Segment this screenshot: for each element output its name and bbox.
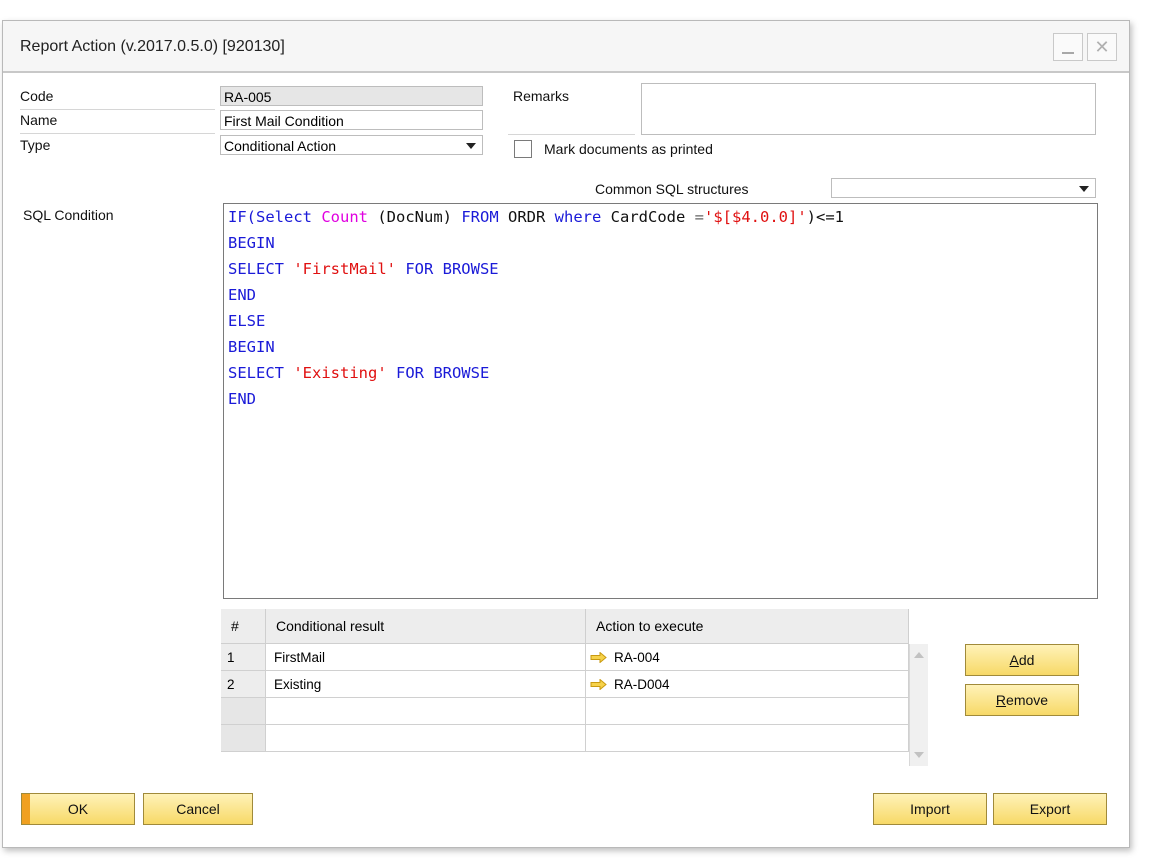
- chevron-down-icon: [1079, 186, 1089, 192]
- report-action-window: Report Action (v.2017.0.5.0) [920130] ✕ …: [2, 20, 1130, 848]
- code-token: FROM: [461, 208, 499, 226]
- chevron-down-icon: [466, 143, 476, 149]
- minimize-button[interactable]: [1053, 33, 1083, 61]
- grid-header-number[interactable]: #: [221, 609, 266, 644]
- code-token: FOR BROWSE: [395, 260, 499, 278]
- export-button[interactable]: Export: [993, 793, 1107, 825]
- mark-printed-label: Mark documents as printed: [544, 141, 713, 157]
- code-token: where: [554, 208, 602, 226]
- row-number[interactable]: 1: [221, 644, 266, 671]
- mark-printed-checkbox[interactable]: [514, 140, 532, 158]
- divider: [20, 109, 215, 110]
- link-arrow-icon[interactable]: [590, 679, 607, 690]
- code-token: Select: [256, 208, 312, 226]
- table-cell-action[interactable]: RA-D004: [586, 671, 909, 698]
- code-token: =: [694, 208, 705, 226]
- code-token: SELECT: [228, 260, 294, 278]
- code-token: FOR BROWSE: [386, 364, 490, 382]
- grid-header-result[interactable]: Conditional result: [266, 609, 586, 644]
- link-arrow-icon[interactable]: [590, 652, 607, 663]
- code-line: BEGIN: [228, 338, 275, 356]
- code-line: IF(Select Count (DocNum) FROM ORDR where…: [228, 204, 844, 230]
- code-token: Count: [321, 208, 369, 226]
- code-token: SELECT: [228, 364, 294, 382]
- name-label: Name: [20, 112, 58, 128]
- type-label: Type: [20, 137, 51, 153]
- code-token: ORDR: [498, 208, 555, 226]
- code-token: (DocNum): [368, 208, 462, 226]
- code-label: Code: [20, 88, 54, 104]
- grid-header-action[interactable]: Action to execute: [586, 609, 909, 644]
- table-cell-action[interactable]: RA-004: [586, 644, 909, 671]
- add-button-mnemonic: A: [1009, 652, 1019, 668]
- conditions-grid: # Conditional result Action to execute 1…: [221, 609, 911, 762]
- type-dropdown-value: Conditional Action: [224, 138, 337, 154]
- table-cell-action[interactable]: [586, 725, 909, 752]
- title-bar: Report Action (v.2017.0.5.0) [920130] ✕: [3, 21, 1129, 73]
- ok-button-label: OK: [67, 801, 89, 817]
- table-cell-result[interactable]: [266, 698, 586, 725]
- divider: [508, 134, 635, 135]
- action-code: RA-004: [614, 650, 660, 665]
- add-button[interactable]: Add: [965, 644, 1079, 676]
- remove-button[interactable]: Remove: [965, 684, 1079, 716]
- divider: [20, 133, 215, 134]
- type-dropdown[interactable]: Conditional Action: [220, 135, 483, 155]
- import-button[interactable]: Import: [873, 793, 987, 825]
- cancel-button[interactable]: Cancel: [143, 793, 253, 825]
- common-sql-label: Common SQL structures: [595, 181, 749, 197]
- code-line: SELECT 'FirstMail' FOR BROWSE: [228, 256, 499, 282]
- remove-button-mnemonic: R: [995, 692, 1007, 708]
- table-cell-result[interactable]: Existing: [266, 671, 586, 698]
- scroll-down-icon[interactable]: [914, 752, 924, 758]
- row-number[interactable]: [221, 725, 266, 752]
- code-line: SELECT 'Existing' FOR BROWSE: [228, 360, 489, 386]
- table-cell-action[interactable]: [586, 698, 909, 725]
- window-title: Report Action (v.2017.0.5.0) [920130]: [20, 38, 285, 55]
- code-line: ELSE: [228, 312, 266, 330]
- code-token: CardCode: [601, 208, 695, 226]
- sql-condition-editor[interactable]: IF(Select Count (DocNum) FROM ORDR where…: [223, 203, 1098, 599]
- remarks-label: Remarks: [513, 88, 570, 104]
- row-number[interactable]: 2: [221, 671, 266, 698]
- code-token: IF(: [228, 208, 256, 226]
- ok-button[interactable]: OK: [21, 793, 135, 825]
- add-button-label: dd: [1018, 652, 1035, 668]
- code-token: 'Existing': [293, 364, 387, 382]
- code-field[interactable]: RA-005: [220, 86, 483, 106]
- code-line: END: [228, 286, 256, 304]
- table-cell-result[interactable]: [266, 725, 586, 752]
- row-number[interactable]: [221, 698, 266, 725]
- code-token: 'FirstMail': [293, 260, 396, 278]
- code-line: END: [228, 390, 256, 408]
- remarks-field[interactable]: [641, 83, 1096, 135]
- remove-button-label: emove: [1006, 692, 1049, 708]
- sql-condition-label: SQL Condition: [23, 207, 114, 223]
- code-token: )<=1: [806, 208, 844, 226]
- default-accent: [22, 794, 30, 824]
- code-token: '$[$4.0.0]': [704, 208, 807, 226]
- name-field[interactable]: First Mail Condition: [220, 110, 483, 130]
- scroll-up-icon[interactable]: [914, 652, 924, 658]
- grid-scrollbar[interactable]: [909, 644, 928, 766]
- close-button[interactable]: ✕: [1087, 33, 1117, 61]
- table-cell-result[interactable]: FirstMail: [266, 644, 586, 671]
- action-code: RA-D004: [614, 677, 670, 692]
- code-line: BEGIN: [228, 234, 275, 252]
- common-sql-dropdown[interactable]: [831, 178, 1096, 198]
